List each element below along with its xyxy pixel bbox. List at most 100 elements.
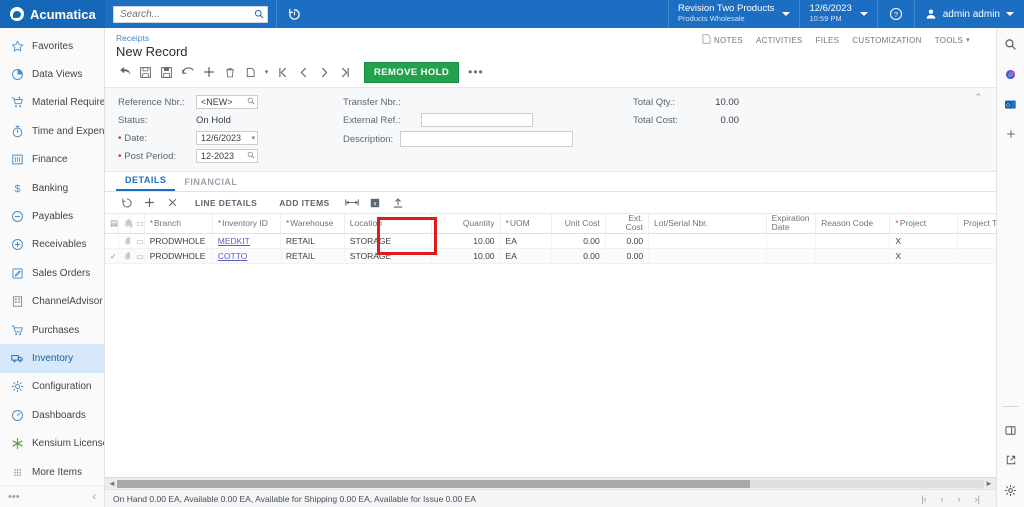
scroll-right-arrow-icon[interactable]: ► bbox=[984, 479, 994, 488]
cell-quantity[interactable]: 10.00 bbox=[431, 248, 501, 264]
cell-lot-serial-nbr[interactable] bbox=[648, 248, 767, 264]
col-quantity[interactable]: Quantity bbox=[431, 214, 501, 234]
row-files-cell[interactable]: 🖇 bbox=[118, 233, 132, 249]
next-record-button[interactable] bbox=[314, 62, 335, 82]
sidebar-item-material-requirements[interactable]: Material Requirem... bbox=[0, 89, 104, 117]
inventory-id-link[interactable]: MEDKIT bbox=[218, 236, 250, 246]
cell-location[interactable]: STORAGE bbox=[344, 233, 433, 249]
chevron-left-icon[interactable]: ‹ bbox=[92, 491, 96, 503]
tab-financial[interactable]: FINANCIAL bbox=[175, 177, 246, 191]
reference-nbr-input[interactable]: <NEW> bbox=[196, 95, 258, 109]
insert-record-button[interactable] bbox=[198, 62, 219, 82]
cell-project-task[interactable] bbox=[957, 248, 996, 264]
add-row-button[interactable] bbox=[138, 194, 161, 212]
cell-lot-serial-nbr[interactable] bbox=[648, 233, 767, 249]
cell-inventory-id[interactable]: MEDKIT bbox=[212, 233, 281, 249]
business-date-selector[interactable]: 12/6/2023 10:59 PM bbox=[799, 0, 876, 28]
sidebar-item-receivables[interactable]: Receivables bbox=[0, 231, 104, 259]
refresh-button[interactable] bbox=[115, 194, 138, 212]
sidebar-item-kensium-license[interactable]: Kensium License bbox=[0, 429, 104, 457]
grid-horizontal-scrollbar[interactable]: ◄ ► bbox=[105, 477, 996, 489]
cell-ext-cost[interactable]: 0.00 bbox=[605, 233, 650, 249]
browser-search-icon[interactable] bbox=[1002, 35, 1020, 53]
user-menu[interactable]: admin admin bbox=[913, 0, 1024, 28]
cell-warehouse[interactable]: RETAIL bbox=[280, 248, 345, 264]
sidebar-item-dashboards[interactable]: Dashboards bbox=[0, 401, 104, 429]
table-row[interactable]: ✓ 🖇 ▭ PRODWHOLE COTTO RETAIL STORAGE 10.… bbox=[105, 248, 996, 264]
post-period-input[interactable]: 12-2023 bbox=[196, 149, 258, 163]
cell-unit-cost[interactable]: 0.00 bbox=[551, 233, 606, 249]
col-inventory-id[interactable]: Inventory ID bbox=[212, 214, 281, 234]
cell-branch[interactable]: PRODWHOLE bbox=[144, 233, 213, 249]
sidebar-item-channeladvisor[interactable]: ChannelAdvisor bbox=[0, 288, 104, 316]
col-lot-serial-nbr[interactable]: Lot/Serial Nbr. bbox=[648, 214, 767, 234]
col-uom[interactable]: UOM bbox=[500, 214, 553, 234]
search-input[interactable] bbox=[120, 8, 254, 20]
cell-reason-code[interactable] bbox=[815, 248, 891, 264]
line-details-button[interactable]: LINE DETAILS bbox=[184, 198, 268, 208]
tools-button[interactable]: TOOLS ▾ bbox=[935, 36, 970, 45]
sidebar-item-purchases[interactable]: Purchases bbox=[0, 316, 104, 344]
copy-paste-caret[interactable]: ▾ bbox=[261, 62, 272, 82]
fit-columns-button[interactable] bbox=[341, 194, 364, 212]
copy-paste-button[interactable] bbox=[240, 62, 261, 82]
cell-project[interactable]: X bbox=[889, 233, 959, 249]
delete-row-button[interactable] bbox=[161, 194, 184, 212]
customization-button[interactable]: CUSTOMIZATION bbox=[852, 36, 921, 45]
sidebar-item-inventory[interactable]: Inventory bbox=[0, 344, 104, 373]
col-project-task[interactable]: Project Task bbox=[957, 214, 996, 234]
cell-ext-cost[interactable]: 0.00 bbox=[605, 248, 650, 264]
magnifier-icon[interactable] bbox=[245, 97, 255, 107]
row-notes-cell[interactable]: ▭ bbox=[130, 233, 145, 249]
row-selector[interactable]: ✓ bbox=[105, 248, 119, 264]
sidebar-item-payables[interactable]: Payables bbox=[0, 202, 104, 230]
sidebar-item-sales-orders[interactable]: Sales Orders bbox=[0, 259, 104, 287]
col-expiration-date[interactable]: Expiration Date bbox=[766, 214, 817, 234]
previous-page-button[interactable]: ‹ bbox=[941, 494, 944, 504]
magnifier-icon[interactable] bbox=[245, 151, 255, 161]
col-ext-cost[interactable]: Ext. Cost bbox=[605, 214, 650, 234]
sidebar-item-more-items[interactable]: More Items bbox=[0, 458, 104, 485]
search-icon[interactable] bbox=[254, 9, 264, 19]
col-location[interactable]: Location bbox=[344, 214, 433, 234]
sidebar-item-time-and-expenses[interactable]: Time and Expenses bbox=[0, 117, 104, 145]
cell-project-task[interactable] bbox=[957, 233, 996, 249]
split-screen-icon[interactable] bbox=[1002, 421, 1020, 439]
date-input[interactable]: 12/6/2023 ▾ bbox=[196, 131, 258, 145]
last-record-button[interactable] bbox=[335, 62, 356, 82]
notes-button[interactable]: NOTES bbox=[702, 34, 743, 46]
cell-branch[interactable]: PRODWHOLE bbox=[144, 248, 213, 264]
calendar-caret-icon[interactable]: ▾ bbox=[249, 134, 255, 142]
cell-uom[interactable]: EA bbox=[500, 248, 553, 264]
first-record-button[interactable] bbox=[272, 62, 293, 82]
files-button[interactable]: FILES bbox=[816, 36, 840, 45]
last-page-button[interactable]: ›| bbox=[975, 494, 980, 504]
sidebar-item-configuration[interactable]: Configuration bbox=[0, 373, 104, 401]
sidebar-item-favorites[interactable]: Favorites bbox=[0, 32, 104, 60]
col-warehouse[interactable]: Warehouse bbox=[280, 214, 345, 234]
outlook-icon[interactable]: O bbox=[1002, 95, 1020, 113]
inventory-id-link[interactable]: COTTO bbox=[218, 251, 248, 261]
recent-history-button[interactable] bbox=[276, 0, 312, 28]
scrollbar-track[interactable] bbox=[117, 479, 984, 488]
back-arrow-button[interactable] bbox=[114, 62, 135, 82]
cell-uom[interactable]: EA bbox=[500, 233, 553, 249]
first-page-button[interactable]: |‹ bbox=[921, 494, 926, 504]
tab-details[interactable]: DETAILS bbox=[116, 175, 176, 191]
cell-unit-cost[interactable]: 0.00 bbox=[551, 248, 606, 264]
col-project[interactable]: Project bbox=[889, 214, 959, 234]
row-files-cell[interactable]: 🖇 bbox=[118, 248, 132, 264]
export-excel-button[interactable]: x bbox=[364, 194, 387, 212]
help-button[interactable]: ? bbox=[876, 0, 914, 28]
column-settings-icon[interactable]: ▤ bbox=[110, 218, 118, 228]
save-and-close-button[interactable] bbox=[135, 62, 156, 82]
cell-inventory-id[interactable]: COTTO bbox=[212, 248, 281, 264]
cell-expiration-date[interactable] bbox=[766, 233, 817, 249]
delete-record-button[interactable] bbox=[219, 62, 240, 82]
cell-location[interactable]: STORAGE bbox=[344, 248, 433, 264]
search-box[interactable] bbox=[113, 5, 268, 23]
open-external-icon[interactable] bbox=[1002, 451, 1020, 469]
add-app-icon[interactable] bbox=[1002, 125, 1020, 143]
cancel-button[interactable] bbox=[177, 62, 198, 82]
scrollbar-thumb[interactable] bbox=[117, 479, 750, 488]
